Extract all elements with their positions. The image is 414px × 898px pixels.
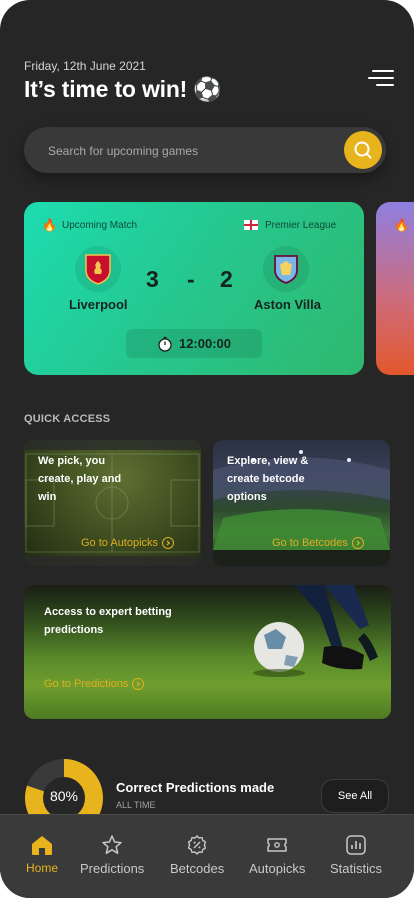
tab-betcodes[interactable]: Betcodes (170, 833, 224, 876)
betcode-icon (185, 833, 209, 857)
tab-autopicks-label: Autopicks (249, 861, 306, 876)
chevron-right-icon (351, 537, 364, 549)
search-button[interactable] (344, 131, 382, 169)
tab-predictions[interactable]: Predictions (80, 833, 144, 876)
search-input[interactable] (46, 139, 320, 163)
fire-icon: 🔥 (394, 218, 409, 232)
stopwatch-icon (158, 336, 172, 352)
prediction-stats: 80% Correct Predictions made ALL TIME Se… (24, 758, 390, 837)
liverpool-crest-icon (75, 246, 121, 292)
search-bar (24, 127, 386, 173)
home-icon (30, 833, 54, 857)
next-match-card[interactable]: 🔥 (376, 202, 414, 375)
match-status-label: Upcoming Match (62, 220, 138, 231)
aston-villa-crest-icon (263, 246, 309, 292)
autopicks-description: We pick, you create, play and win (38, 455, 122, 503)
search-icon (354, 141, 372, 159)
kickoff-time: 12:00:00 (126, 329, 262, 358)
autopicks-link-label: Go to Autopicks (81, 537, 159, 549)
tab-home[interactable]: Home (26, 833, 58, 875)
quick-access-title: QUICK ACCESS (24, 413, 111, 425)
betcodes-tile[interactable]: Explore, view & create betcode options G… (213, 440, 390, 566)
tab-betcodes-label: Betcodes (170, 861, 225, 876)
bottom-tab-bar: Home Predictions Betcodes Autopicks Stat (0, 814, 414, 898)
current-date: Friday, 12th June 2021 (24, 59, 146, 73)
ticket-icon (265, 833, 289, 857)
predictions-description: Access to expert betting predictions (44, 606, 172, 636)
home-team-name: Liverpool (69, 297, 128, 312)
away-team-name: Aston Villa (254, 297, 321, 312)
league-label: Premier League (265, 220, 337, 231)
betcodes-link[interactable]: Go to Betcodes (272, 537, 364, 549)
see-all-button[interactable]: See All (321, 779, 389, 813)
tab-autopicks[interactable]: Autopicks (249, 833, 305, 876)
betcodes-description: Explore, view & create betcode options (227, 455, 309, 503)
page-title: It’s time to win! ⚽ (24, 76, 222, 102)
chevron-right-icon (132, 678, 145, 690)
predictions-link-label: Go to Predictions (44, 678, 129, 690)
away-score: 2 (220, 266, 233, 292)
star-icon (100, 833, 124, 857)
fire-icon: 🔥 (42, 218, 57, 232)
kickoff-time-value: 12:00:00 (178, 336, 232, 351)
stats-title: Correct Predictions made (116, 780, 275, 795)
england-flag-icon (244, 220, 258, 230)
statistics-icon (344, 833, 368, 857)
upcoming-match-card[interactable]: 🔥 Upcoming Match Premier League Liverpoo… (24, 202, 364, 375)
autopicks-link[interactable]: Go to Autopicks (81, 537, 175, 549)
tab-statistics-label: Statistics (330, 861, 383, 876)
score-separator: - (187, 266, 195, 292)
tab-home-label: Home (26, 861, 59, 875)
stats-subtitle: ALL TIME (116, 800, 156, 810)
autopicks-tile[interactable]: We pick, you create, play and win Go to … (24, 440, 201, 566)
accuracy-percent: 80% (49, 788, 79, 804)
predictions-link[interactable]: Go to Predictions (44, 678, 145, 690)
hamburger-menu-icon[interactable] (362, 66, 394, 90)
home-score: 3 (146, 266, 159, 292)
app-screen: Friday, 12th June 2021 It’s time to win!… (0, 0, 414, 898)
tab-statistics[interactable]: Statistics (330, 833, 382, 876)
betcodes-link-label: Go to Betcodes (272, 537, 348, 549)
tab-predictions-label: Predictions (80, 861, 145, 876)
chevron-right-icon (162, 537, 175, 549)
predictions-tile[interactable]: Access to expert betting predictions Go … (24, 585, 391, 719)
